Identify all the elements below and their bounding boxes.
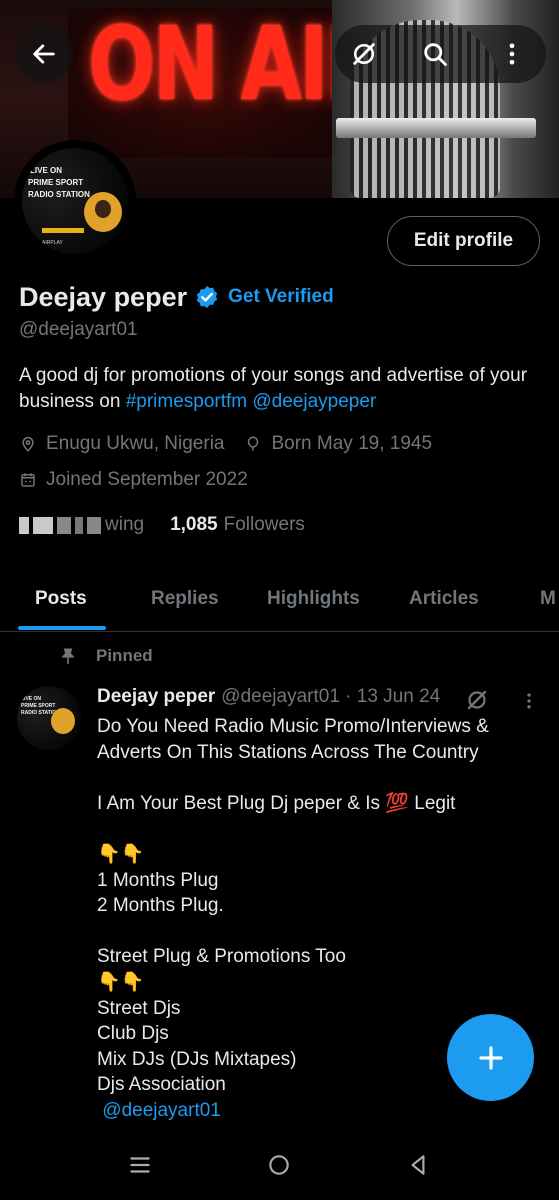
post-avatar-text: LIVE ON xyxy=(21,696,42,702)
follow-stats: wing 1,085 Followers xyxy=(19,514,305,536)
post-line xyxy=(97,816,537,842)
post-avatar-text: PRIME SPORT xyxy=(21,703,56,709)
avatar-text-line: PRIME SPORT xyxy=(28,178,84,187)
joined-text: Joined September 2022 xyxy=(46,469,248,490)
active-tab-indicator xyxy=(18,626,106,630)
search-icon xyxy=(424,43,447,66)
more-button[interactable] xyxy=(483,25,541,83)
birthday-item: Born May 19, 1945 xyxy=(244,433,432,455)
joined-item: Joined September 2022 xyxy=(19,469,248,491)
calendar-icon xyxy=(21,473,35,487)
menu-icon xyxy=(130,1157,150,1173)
post-handle-date: @deejayart01 · 13 Jun 24 xyxy=(221,686,441,707)
location-text: Enugu Ukwu, Nigeria xyxy=(46,433,225,454)
microphone-band xyxy=(336,118,536,138)
profile-handle: @deejayart01 xyxy=(19,319,138,340)
followers-count: 1,085 xyxy=(170,514,218,535)
system-back-button[interactable] xyxy=(401,1148,435,1182)
post-line: Do You Need Radio Music Promo/Interviews… xyxy=(97,716,489,737)
post-line: 👇👇 xyxy=(97,843,145,865)
post-line: I Am Your Best Plug Dj peper & Is 💯 Legi… xyxy=(97,792,456,814)
post-line: 1 Months Plug xyxy=(97,869,219,891)
back-button[interactable] xyxy=(15,25,73,83)
search-button[interactable] xyxy=(406,25,464,83)
bio-mention-link[interactable]: @deejaypeper xyxy=(252,391,376,412)
avatar-footer-text: AIRPLAY xyxy=(42,240,63,246)
get-verified-link[interactable]: Get Verified xyxy=(228,286,334,308)
post-author-name[interactable]: Deejay peper xyxy=(97,686,215,708)
circle-home-icon xyxy=(269,1155,289,1175)
followers-link[interactable]: 1,085 Followers xyxy=(170,514,305,536)
system-nav-bar xyxy=(0,1130,559,1200)
post-avatar-photo xyxy=(51,708,75,734)
avatar-image: LIVE ON PRIME SPORT RADIO STATION AIRPLA… xyxy=(22,148,128,254)
post-header: Deejay peper @deejayart01 · 13 Jun 24 xyxy=(97,686,440,708)
profile-avatar[interactable]: LIVE ON PRIME SPORT RADIO STATION AIRPLA… xyxy=(14,140,136,262)
redacted-block xyxy=(33,516,53,534)
tab-articles[interactable]: Articles xyxy=(409,566,479,631)
post-mention-link[interactable]: @deejayart01 xyxy=(102,1100,221,1121)
following-link[interactable]: wing xyxy=(19,514,144,536)
post-line: 2 Months Plug. xyxy=(97,895,224,917)
pin-icon xyxy=(62,648,74,665)
verified-badge-icon[interactable] xyxy=(194,284,220,310)
tab-posts[interactable]: Posts xyxy=(35,566,87,631)
recents-button[interactable] xyxy=(123,1148,157,1182)
triangle-back-icon xyxy=(411,1155,425,1175)
post-line: Street Plug & Promotions Too xyxy=(97,946,346,968)
pinned-label-row: Pinned xyxy=(58,646,153,666)
grok-icon[interactable] xyxy=(465,688,489,712)
post-line xyxy=(97,919,537,945)
avatar-text-line: RADIO STATION xyxy=(28,190,90,199)
redacted-block xyxy=(75,516,83,534)
name-row: Deejay peper Get Verified xyxy=(19,280,334,314)
following-label: wing xyxy=(105,514,145,535)
tab-replies[interactable]: Replies xyxy=(151,566,219,631)
bio-hashtag-link[interactable]: #primesportfm xyxy=(126,391,247,412)
compose-post-button[interactable] xyxy=(447,1014,534,1101)
post-line xyxy=(97,765,537,791)
tab-highlights[interactable]: Highlights xyxy=(267,566,360,631)
more-vertical-icon[interactable] xyxy=(519,690,539,712)
top-actions xyxy=(335,25,546,83)
followers-label: Followers xyxy=(223,514,305,535)
pinned-text: Pinned xyxy=(96,646,153,665)
post-line-mention: @deejayart01 xyxy=(97,1098,537,1124)
post-line: 👇👇 xyxy=(97,971,145,993)
redacted-block xyxy=(19,516,29,534)
avatar-text-line: LIVE ON xyxy=(30,166,63,175)
redacted-block xyxy=(57,516,71,534)
profile-tabs: Posts Replies Highlights Articles M xyxy=(0,566,559,632)
home-button[interactable] xyxy=(262,1148,296,1182)
tab-media[interactable]: M xyxy=(540,566,556,631)
location-pin-icon xyxy=(22,436,34,452)
post-line: Adverts On This Stations Across The Coun… xyxy=(97,741,479,763)
birthday-text: Born May 19, 1945 xyxy=(271,433,433,454)
balloon-icon xyxy=(248,436,259,451)
post-avatar[interactable]: LIVE ON PRIME SPORT RADIO STATION xyxy=(17,686,81,750)
edit-profile-button[interactable]: Edit profile xyxy=(387,216,540,266)
arrow-left-icon xyxy=(33,44,55,64)
avatar-yellow-bar xyxy=(42,228,84,233)
location-item: Enugu Ukwu, Nigeria xyxy=(19,433,224,455)
joined-row: Joined September 2022 xyxy=(19,469,268,491)
avatar-person-photo xyxy=(84,192,122,232)
more-vertical-icon xyxy=(509,43,515,65)
display-name: Deejay peper xyxy=(19,281,188,312)
plus-icon xyxy=(478,1045,503,1070)
grok-button[interactable] xyxy=(335,25,393,83)
grok-icon xyxy=(353,43,375,65)
profile-bio: A good dj for promotions of your songs a… xyxy=(19,363,549,415)
redacted-block xyxy=(87,516,101,534)
profile-meta-row: Enugu Ukwu, Nigeria Born May 19, 1945 xyxy=(19,433,452,455)
